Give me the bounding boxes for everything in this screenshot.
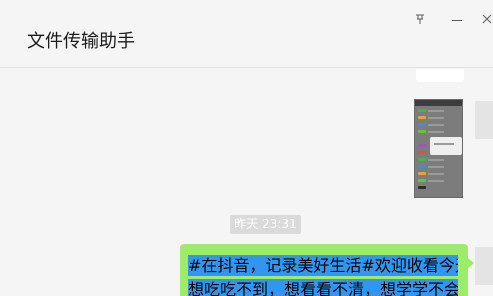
message-text-line[interactable]: 想吃吃不到，想看看不清，想学学不会”美 [188, 276, 458, 296]
message-text-line[interactable]: #在抖音，记录美好生活#欢迎收看今天的“ [188, 252, 458, 276]
app-icon [418, 151, 426, 154]
image-message[interactable] [414, 99, 463, 198]
minimize-icon[interactable] [448, 10, 466, 28]
app-icon [418, 179, 426, 182]
previous-message-bubble[interactable] [416, 69, 464, 82]
message-list[interactable]: 昨天 23:31 #在抖音，记录美好生活#欢迎收看今天的“ 想吃吃不到，想看看不… [0, 69, 493, 296]
pin-icon[interactable] [411, 10, 429, 28]
avatar[interactable] [475, 247, 493, 285]
app-icon [418, 172, 426, 175]
app-icon [418, 123, 426, 126]
avatar[interactable] [475, 101, 493, 139]
app-icon [418, 116, 426, 119]
close-icon[interactable] [478, 10, 493, 28]
app-icon [418, 109, 426, 112]
message-timestamp: 昨天 23:31 [230, 215, 301, 234]
phone-dialog [430, 137, 462, 155]
phone-status-bar [415, 100, 462, 106]
text-message-bubble[interactable]: #在抖音，记录美好生活#欢迎收看今天的“ 想吃吃不到，想看看不清，想学学不会”美 [180, 244, 474, 296]
app-icon [418, 144, 426, 147]
app-icon [418, 158, 426, 161]
chat-title: 文件传输助手 [27, 31, 135, 52]
app-icon [418, 165, 426, 168]
app-icon [418, 130, 426, 133]
app-icon [418, 186, 426, 189]
chat-header: 文件传输助手 [0, 0, 493, 68]
